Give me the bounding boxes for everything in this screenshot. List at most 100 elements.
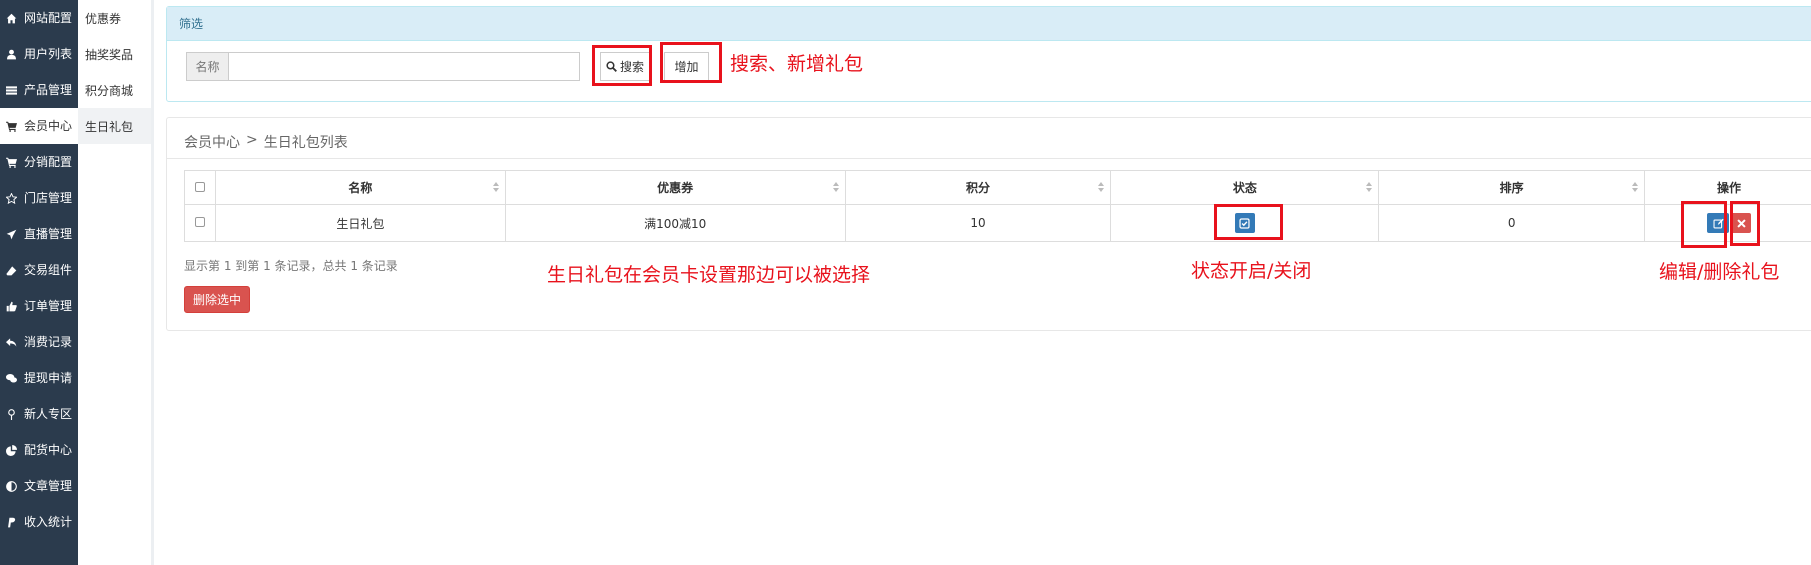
- name-input[interactable]: [228, 52, 580, 81]
- list-panel: 会员中心 > 生日礼包列表 名称 优惠券 积分 状态 排序 操作 生日礼包 满1…: [166, 117, 1811, 331]
- table-header-row: 名称 优惠券 积分 状态 排序 操作: [184, 170, 1811, 205]
- column-header-coupon[interactable]: 优惠券: [504, 170, 846, 205]
- paypal-icon: [4, 515, 18, 529]
- table-row: 生日礼包 满100减10 10 0: [184, 204, 1811, 242]
- cell-name: 生日礼包: [214, 204, 506, 242]
- annotation-box-add: [660, 42, 722, 83]
- column-header-points[interactable]: 积分: [844, 170, 1112, 205]
- submenu-item-label: 优惠券: [85, 11, 122, 26]
- sidebar-item-label: 产品管理: [24, 83, 73, 97]
- annotation-box-status: [1214, 204, 1283, 240]
- breadcrumb-current: 生日礼包列表: [263, 135, 348, 151]
- submenu-item-points-mall[interactable]: 积分商城: [78, 72, 151, 108]
- sidebar: 网站配置 用户列表 产品管理 会员中心 分销配置 门店管理 直播管理 交易组件: [0, 0, 78, 565]
- map-pin-icon: [4, 407, 18, 421]
- submenu-item-label: 生日礼包: [85, 119, 134, 134]
- sidebar-item-income[interactable]: 收入统计: [0, 504, 78, 540]
- star-icon: [4, 191, 18, 205]
- submenu-item-coupons[interactable]: 优惠券: [78, 0, 151, 36]
- pie-chart-icon: [4, 443, 18, 457]
- column-header-actions: 操作: [1644, 170, 1811, 205]
- annotation-box-edit: [1681, 201, 1727, 248]
- submenu-item-label: 抽奖奖品: [85, 47, 134, 62]
- chat-icon: [4, 371, 18, 385]
- submenu-item-label: 积分商城: [85, 83, 134, 98]
- home-icon: [4, 11, 18, 25]
- annotation-edit-delete: 编辑/删除礼包: [1659, 261, 1780, 283]
- submenu-item-prizes[interactable]: 抽奖奖品: [78, 36, 151, 72]
- sort-icon: [1632, 182, 1639, 194]
- list-icon: [4, 83, 18, 97]
- sidebar-item-live[interactable]: 直播管理: [0, 216, 78, 252]
- filter-panel: 筛选 名称 搜索 增加: [166, 6, 1811, 102]
- sidebar-item-label: 直播管理: [24, 227, 73, 241]
- sidebar-item-consumption[interactable]: 消费记录: [0, 324, 78, 360]
- sidebar-item-distribution[interactable]: 分销配置: [0, 144, 78, 180]
- sidebar-item-user-list[interactable]: 用户列表: [0, 36, 78, 72]
- breadcrumb-separator: >: [246, 132, 258, 148]
- column-header-label: 排序: [1499, 181, 1524, 195]
- sidebar-item-store[interactable]: 门店管理: [0, 180, 78, 216]
- column-header-label: 优惠券: [657, 181, 694, 195]
- sidebar-item-distribution-center[interactable]: 配货中心: [0, 432, 78, 468]
- sidebar-item-label: 门店管理: [24, 191, 73, 205]
- name-label: 名称: [186, 52, 228, 81]
- breadcrumb-parent[interactable]: 会员中心: [184, 132, 240, 152]
- plane-icon: [4, 227, 18, 241]
- divider: [167, 158, 1811, 159]
- sidebar-item-label: 配货中心: [24, 443, 73, 457]
- sidebar-item-withdraw[interactable]: 提现申请: [0, 360, 78, 396]
- sidebar-item-trade[interactable]: 交易组件: [0, 252, 78, 288]
- name-input-group: 名称: [186, 52, 580, 81]
- column-header-name[interactable]: 名称: [214, 170, 506, 205]
- cell-points: 10: [844, 204, 1112, 242]
- sidebar-item-site-config[interactable]: 网站配置: [0, 0, 78, 36]
- annotation-search-add: 搜索、新增礼包: [730, 53, 864, 75]
- cart-icon: [4, 119, 18, 133]
- select-all-checkbox[interactable]: [194, 181, 205, 192]
- sidebar-item-product[interactable]: 产品管理: [0, 72, 78, 108]
- sidebar-item-member-center[interactable]: 会员中心: [0, 108, 78, 144]
- cart-icon: [4, 155, 18, 169]
- column-header-status[interactable]: 状态: [1110, 170, 1380, 205]
- eraser-icon: [4, 263, 18, 277]
- sidebar-item-label: 消费记录: [24, 335, 73, 349]
- sidebar-item-orders[interactable]: 订单管理: [0, 288, 78, 324]
- sort-icon: [492, 182, 500, 194]
- cell-actions: [1644, 204, 1811, 242]
- sidebar-item-label: 交易组件: [24, 263, 73, 277]
- column-header-label: 名称: [348, 181, 373, 195]
- pagination-info: 显示第 1 到第 1 条记录，总共 1 条记录: [184, 259, 398, 273]
- adjust-icon: [4, 479, 18, 493]
- sidebar-item-label: 网站配置: [24, 11, 73, 25]
- sidebar-item-label: 收入统计: [24, 515, 73, 529]
- user-icon: [4, 47, 18, 61]
- reply-icon: [4, 335, 18, 349]
- column-header-label: 状态: [1232, 181, 1257, 195]
- delete-selected-label: 删除选中: [192, 293, 241, 307]
- row-checkbox[interactable]: [194, 217, 205, 227]
- row-select-cell: [184, 204, 216, 242]
- sidebar-item-articles[interactable]: 文章管理: [0, 468, 78, 504]
- sort-icon: [832, 182, 840, 194]
- column-header-sort[interactable]: 排序: [1378, 170, 1646, 205]
- breadcrumb: 会员中心 > 生日礼包列表: [184, 132, 348, 152]
- column-header-label: 操作: [1717, 181, 1742, 195]
- app-root: 网站配置 用户列表 产品管理 会员中心 分销配置 门店管理 直播管理 交易组件: [0, 0, 1811, 565]
- sidebar-item-label: 订单管理: [24, 299, 73, 313]
- gift-table: 名称 优惠券 积分 状态 排序 操作 生日礼包 满100减10 10 0: [184, 170, 1811, 242]
- annotation-box-delete: [1730, 201, 1760, 246]
- sidebar-item-label: 会员中心: [24, 119, 73, 133]
- sidebar-item-newcomer[interactable]: 新人专区: [0, 396, 78, 432]
- select-all-cell: [184, 170, 216, 205]
- column-header-label: 积分: [965, 181, 990, 195]
- cell-coupon: 满100减10: [504, 204, 846, 242]
- sidebar-item-label: 新人专区: [24, 407, 73, 421]
- sidebar-item-label: 文章管理: [24, 479, 73, 493]
- sort-icon: [1366, 182, 1373, 194]
- filter-heading: 筛选: [167, 7, 1811, 41]
- annotation-member-card: 生日礼包在会员卡设置那边可以被选择: [547, 264, 871, 286]
- sidebar-item-label: 用户列表: [24, 47, 73, 61]
- submenu-item-birthday-gift[interactable]: 生日礼包: [78, 108, 151, 144]
- delete-selected-button[interactable]: 删除选中: [184, 286, 250, 313]
